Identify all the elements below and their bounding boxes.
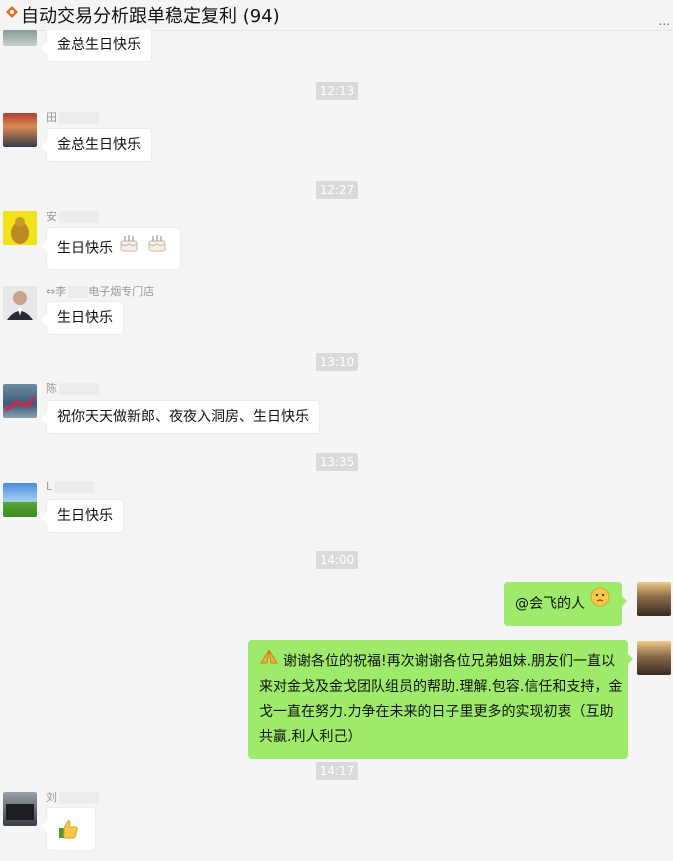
sender-name: 刘 [46,789,99,805]
avatar[interactable] [3,113,37,147]
chat-title: 自动交易分析跟单稳定复利 (94) [21,6,280,27]
avatar[interactable] [3,30,37,46]
thinking-face-icon [589,583,611,625]
avatar[interactable] [3,286,37,320]
message-line: 来对金戈及金戈团队组员的帮助.理解.包容.信任和支持，金 [259,678,623,695]
birthday-cake-icon [147,228,167,269]
avatar[interactable] [3,792,37,826]
praying-hands-icon [259,649,279,674]
group-chat-icon [6,6,18,18]
message-bubble[interactable]: 生日快乐 [41,227,181,270]
avatar[interactable] [3,384,37,418]
message-line: 谢谢各位的祝福!再次谢谢各位兄弟姐妹.朋友们一直以 [259,649,617,675]
message-line: 共赢.利人利己） [259,728,362,745]
message-text: @会飞的人 [515,596,585,612]
self-message-bubble[interactable]: 谢谢各位的祝福!再次谢谢各位兄弟姐妹.朋友们一直以 来对金戈及金戈团队组员的帮助… [248,640,633,759]
avatar[interactable] [3,483,37,517]
timestamp: 12:27 [316,181,358,199]
message-line: 戈一直在努力.力争在未来的日子里更多的实现初衷（互助 [259,703,614,720]
avatar[interactable] [3,211,37,245]
more-options-icon[interactable]: ... [659,14,670,28]
birthday-cake-icon [119,228,139,269]
timestamp: 14:00 [316,551,358,569]
timestamp: 12:13 [316,82,358,100]
message-bubble[interactable]: 祝你天天做新郎、夜夜入洞房、生日快乐 [41,400,320,434]
thumbs-up-icon [57,818,79,844]
timestamp: 13:35 [316,453,358,471]
self-message-bubble[interactable]: @会飞的人 [504,582,628,626]
self-avatar[interactable] [637,582,671,616]
timestamp: 13:10 [316,353,358,371]
timestamp: 14:17 [316,762,358,780]
message-bubble[interactable]: 生日快乐 [41,301,124,335]
message-bubble[interactable] [41,807,96,851]
message-bubble[interactable]: 金总生日快乐 [41,128,152,162]
message-bubble[interactable]: 金总生日快乐 [41,30,152,62]
sender-name: ⇔李 电子烟专门店 [46,285,155,298]
self-avatar[interactable] [637,641,671,675]
sender-name: L [46,480,95,493]
sender-name: 安 [46,208,99,224]
sender-name: 田 [46,109,99,125]
sender-name: 陈 [46,380,99,396]
message-bubble[interactable]: 生日快乐 [41,499,124,533]
message-text: 生日快乐 [57,240,113,257]
chat-header: 自动交易分析跟单稳定复利 (94) ... [0,0,673,31]
